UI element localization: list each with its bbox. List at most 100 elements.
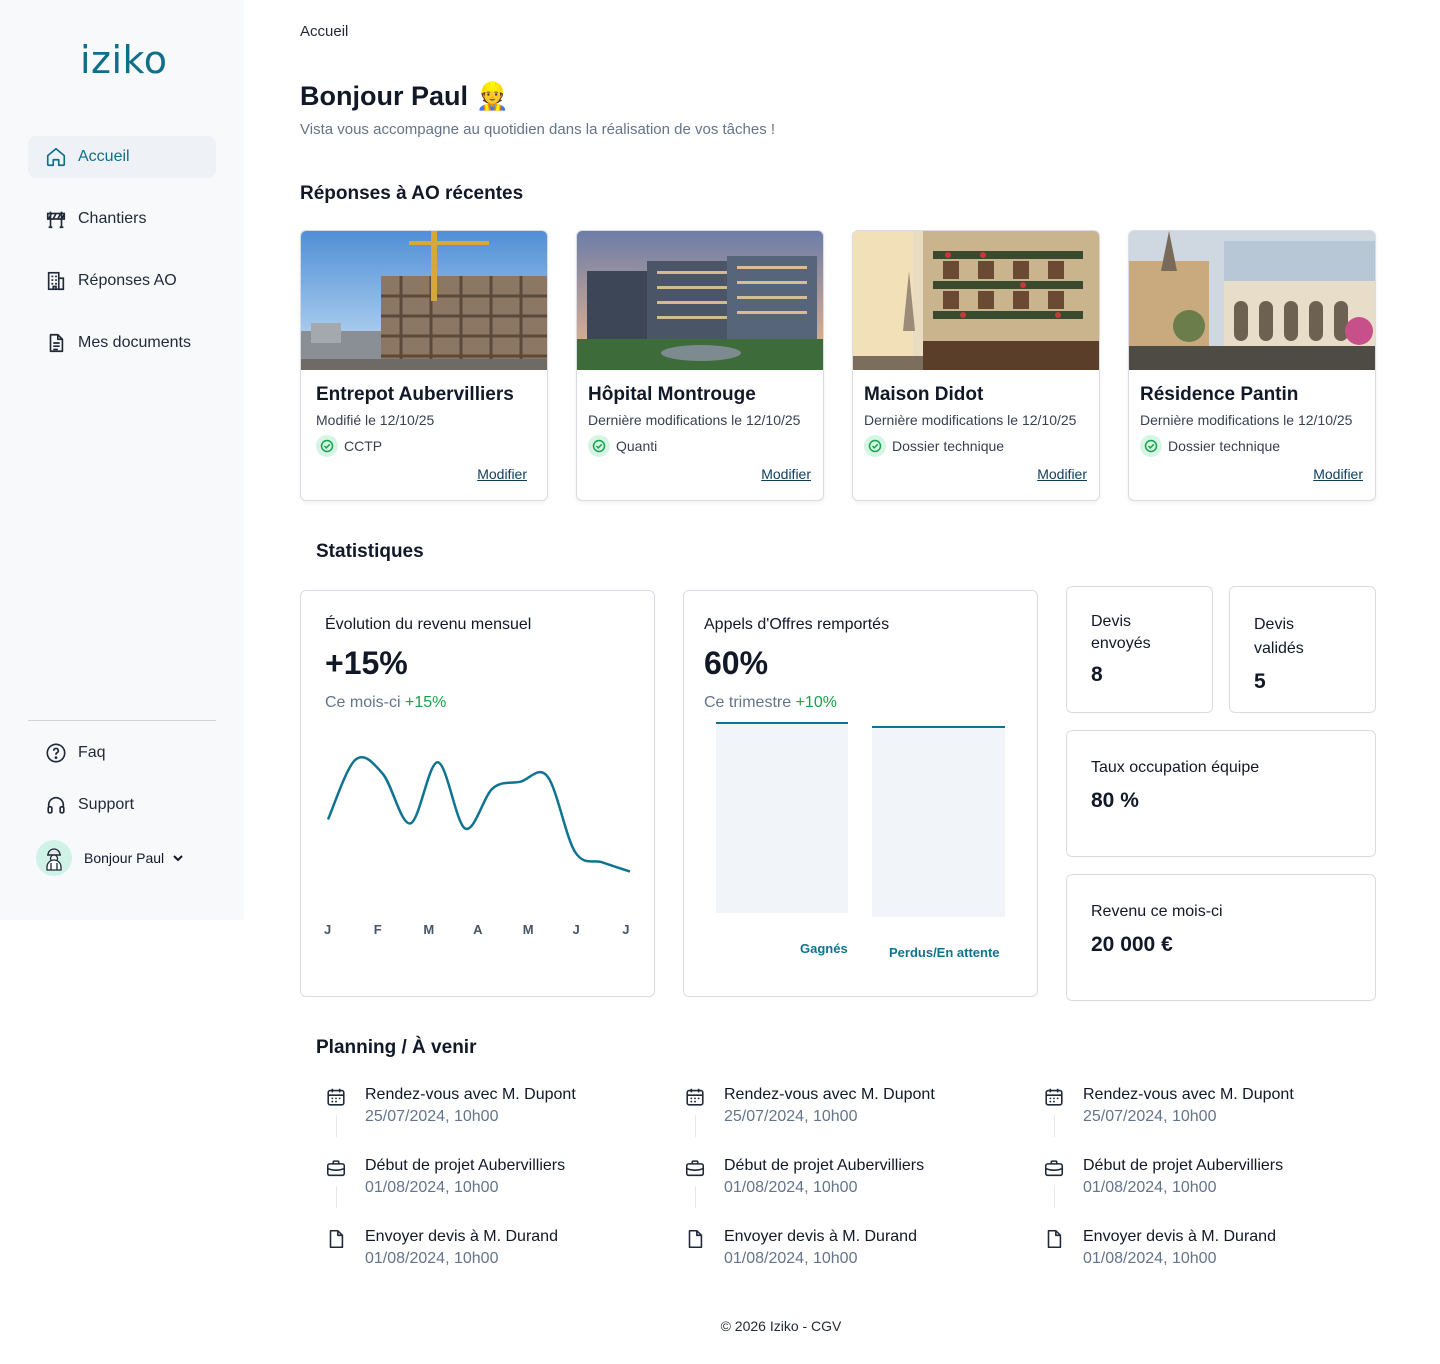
sidebar-item-label: Réponses AO (78, 272, 177, 289)
revenue-chart-title: Évolution du revenu mensuel (325, 616, 532, 633)
planning-item-date: 01/08/2024, 10h00 (365, 1179, 499, 1196)
ao-card[interactable]: Entrepot Aubervilliers Modifié le 12/10/… (300, 230, 548, 501)
revenu-mois-panel: Revenu ce mois-ci 20 000 € (1066, 874, 1376, 1001)
bar (716, 722, 848, 913)
ao-delta: +10% (795, 694, 837, 711)
check-circle-icon (588, 435, 610, 457)
sidebar-item-faq[interactable]: Faq (28, 732, 216, 774)
planning-item[interactable]: Rendez-vous avec M. Dupont 25/07/2024, 10… (325, 1084, 576, 1128)
building-icon (44, 269, 68, 293)
sidebar-item-label: Faq (78, 744, 106, 761)
card-status: Quanti (588, 435, 657, 457)
card-title: Entrepot Aubervilliers (316, 384, 514, 405)
sidebar-item-label: Support (78, 796, 135, 813)
planning-item[interactable]: Envoyer devis à M. Durand 01/08/2024, 10h… (325, 1226, 558, 1270)
check-circle-icon (316, 435, 338, 457)
breadcrumb[interactable]: Accueil (300, 23, 348, 40)
edit-link[interactable]: Modifier (1037, 466, 1087, 482)
revenu-mois-value: 20 000 € (1091, 933, 1173, 956)
edit-link[interactable]: Modifier (761, 466, 811, 482)
planning-item-title: Rendez-vous avec M. Dupont (1083, 1086, 1294, 1103)
occupation-label: Taux occupation équipe (1091, 759, 1260, 776)
planning-item-title: Envoyer devis à M. Durand (1083, 1228, 1276, 1245)
calendar-icon (1043, 1086, 1067, 1110)
card-status-label: Quanti (616, 438, 658, 454)
user-menu[interactable]: Bonjour Paul (36, 840, 184, 876)
edit-link[interactable]: Modifier (477, 466, 527, 482)
check-circle-icon (1140, 435, 1162, 457)
timeline-connector (695, 1186, 696, 1208)
page-title: Bonjour Paul 👷 (300, 81, 510, 111)
sidebar-item-mes-documents[interactable]: Mes documents (28, 322, 216, 364)
revenue-delta: +15% (405, 694, 447, 711)
planning-item-date: 25/07/2024, 10h00 (1083, 1108, 1217, 1125)
project-image (301, 231, 547, 370)
sidebar-item-label: Accueil (78, 148, 130, 165)
planning-item[interactable]: Rendez-vous avec M. Dupont 25/07/2024, 10… (684, 1084, 935, 1128)
sidebar: iziko Accueil Chantiers Réponses AO Mes … (0, 0, 244, 920)
file-icon (325, 1228, 349, 1252)
planning-item[interactable]: Envoyer devis à M. Durand 01/08/2024, 10h… (1043, 1226, 1276, 1270)
document-icon (44, 331, 68, 355)
card-title: Résidence Pantin (1140, 384, 1299, 405)
ao-card[interactable]: Résidence Pantin Dernière modifications … (1128, 230, 1376, 501)
page-subtitle: Vista vous accompagne au quotidien dans … (300, 121, 776, 138)
card-status-label: Dossier technique (892, 438, 1005, 454)
question-icon (44, 741, 68, 765)
card-date: Dernière modifications le 12/10/25 (1140, 412, 1353, 428)
planning-item[interactable]: Début de projet Aubervilliers 01/08/2024,… (684, 1155, 924, 1199)
planning-item[interactable]: Rendez-vous avec M. Dupont 25/07/2024, 10… (1043, 1084, 1294, 1128)
x-tick-label: A (473, 922, 483, 937)
bar (872, 726, 1005, 917)
sidebar-item-chantiers[interactable]: Chantiers (28, 198, 216, 240)
timeline-connector (336, 1186, 337, 1208)
sidebar-item-accueil[interactable]: Accueil (28, 136, 216, 178)
sidebar-item-reponses-ao[interactable]: Réponses AO (28, 260, 216, 302)
x-tick-label: M (522, 922, 534, 937)
revenu-mois-label: Revenu ce mois-ci (1091, 903, 1223, 920)
project-image (577, 231, 823, 370)
planning-item[interactable]: Début de projet Aubervilliers 01/08/2024,… (1043, 1155, 1283, 1199)
sidebar-item-label: Chantiers (78, 210, 147, 227)
x-tick-label: J (572, 922, 580, 937)
devis-envoyes-label: Devis envoyés (1091, 613, 1151, 652)
ao-card[interactable]: Maison Didot Dernière modifications le 1… (852, 230, 1100, 501)
card-date: Dernière modifications le 12/10/25 (864, 412, 1077, 428)
ao-card[interactable]: Hôpital Montrouge Dernière modifications… (576, 230, 824, 501)
timeline-connector (336, 1115, 337, 1137)
ao-sub-label: Ce trimestre (704, 694, 792, 711)
file-icon (684, 1228, 708, 1252)
edit-link[interactable]: Modifier (1313, 466, 1363, 482)
planning-item-title: Début de projet Aubervilliers (724, 1157, 925, 1174)
planning-item-title: Envoyer devis à M. Durand (724, 1228, 917, 1245)
home-icon (44, 145, 68, 169)
planning-item-title: Début de projet Aubervilliers (1083, 1157, 1284, 1174)
footer[interactable]: © 2026 Iziko - CGV (0, 1318, 1440, 1334)
sidebar-item-label: Mes documents (78, 334, 191, 351)
x-tick-label: J (622, 922, 630, 937)
card-status: Dossier technique (1140, 435, 1280, 457)
barrier-icon (44, 207, 68, 231)
planning-item-title: Envoyer devis à M. Durand (365, 1228, 558, 1245)
planning-item[interactable]: Début de projet Aubervilliers 01/08/2024,… (325, 1155, 565, 1199)
card-date: Modifié le 12/10/25 (316, 412, 435, 428)
card-date: Dernière modifications le 12/10/25 (588, 412, 801, 428)
planning-item[interactable]: Envoyer devis à M. Durand 01/08/2024, 10h… (684, 1226, 917, 1270)
calendar-icon (684, 1086, 708, 1110)
briefcase-icon (1043, 1157, 1067, 1181)
card-status: CCTP (316, 435, 382, 457)
bar-label: Perdus/En attente (889, 945, 1000, 960)
x-tick-label: M (423, 922, 435, 937)
planning-item-date: 01/08/2024, 10h00 (1083, 1250, 1217, 1267)
project-image (1129, 231, 1375, 370)
planning-item-date: 01/08/2024, 10h00 (1083, 1179, 1217, 1196)
x-tick-label: J (324, 922, 332, 937)
planning-item-title: Début de projet Aubervilliers (365, 1157, 566, 1174)
ao-sub: Ce trimestre +10% (704, 694, 837, 712)
revenue-sub: Ce mois-ci +15% (325, 694, 446, 712)
planning-item-title: Rendez-vous avec M. Dupont (365, 1086, 576, 1103)
devis-valides-label: Devis validés (1254, 616, 1304, 657)
bar-label: Gagnés (800, 941, 848, 956)
sidebar-item-support[interactable]: Support (28, 784, 216, 826)
timeline-connector (1054, 1115, 1055, 1137)
